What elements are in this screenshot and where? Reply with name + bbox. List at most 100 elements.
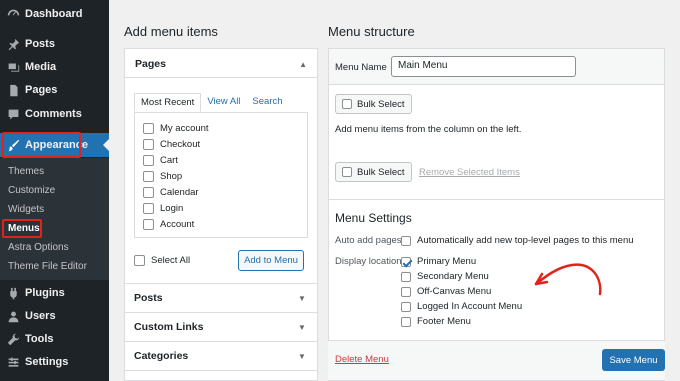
sidebar-item-dashboard[interactable]: Dashboard [0,3,109,25]
location-row[interactable]: Footer Menu [401,316,471,327]
sidebar-item-label: Comments [25,108,82,120]
auto-add-row[interactable]: Automatically add new top-level pages to… [401,235,634,246]
location-row[interactable]: Primary Menu [401,256,476,267]
checkbox[interactable] [143,187,154,198]
posts-accordion-title[interactable]: Posts [134,292,163,304]
add-items-heading: Add menu items [124,24,218,39]
sidebar-item-media[interactable]: Media [0,56,109,78]
auto-add-checkbox[interactable] [401,235,411,246]
custom-links-accordion-title[interactable]: Custom Links [134,321,203,333]
comment-icon [6,107,20,121]
checkbox[interactable] [401,316,411,327]
sidebar-item-pages[interactable]: Pages [0,79,109,101]
sidebar-item-comments[interactable]: Comments [0,103,109,125]
checkbox[interactable] [401,301,411,312]
checkbox[interactable] [143,155,154,166]
save-menu-button[interactable]: Save Menu [602,349,665,371]
divider [124,312,318,313]
list-item[interactable]: Calendar [143,187,199,198]
page-label: Checkout [160,139,201,150]
sidebar-item-tools[interactable]: Tools [0,328,109,350]
location-row[interactable]: Secondary Menu [401,271,489,282]
tab-most-recent[interactable]: Most Recent [134,93,202,112]
pages-tabs: Most Recent View All Search [134,93,289,112]
sidebar-item-posts[interactable]: Posts [0,33,109,55]
chevron-up-icon[interactable]: ▲ [299,60,307,69]
settings-icon [6,355,20,369]
location-row[interactable]: Logged In Account Menu [401,301,522,312]
display-location-label: Display location [335,256,402,267]
select-all-row[interactable]: Select All [134,255,190,266]
menu-hint-text: Add menu items from the column on the le… [335,124,522,135]
delete-menu-link[interactable]: Delete Menu [335,354,389,365]
list-item[interactable]: Cart [143,155,178,166]
pages-checklist: My account Checkout Cart Shop Calendar L… [134,112,308,238]
checkbox[interactable] [143,171,154,182]
sidebar-item-label: Tools [25,333,54,345]
submenu-item-astra-options[interactable]: Astra Options [8,242,69,253]
checkbox[interactable] [143,203,154,214]
menu-structure-heading: Menu structure [328,24,415,39]
pin-icon [6,37,20,51]
user-icon [6,309,20,323]
admin-sidebar: Dashboard Posts Media Pages Comments App… [0,0,109,381]
bulk-select-checkbox [342,167,352,177]
wrench-icon [6,332,20,346]
sidebar-item-users[interactable]: Users [0,305,109,327]
divider [125,77,317,78]
page-label: Login [160,203,184,214]
page-icon [6,83,20,97]
divider [124,283,318,284]
list-item[interactable]: Account [143,219,194,230]
pages-accordion-title[interactable]: Pages [135,58,166,70]
checkbox[interactable] [143,123,154,134]
bulk-select-label: Bulk Select [357,98,405,110]
remove-selected-link[interactable]: Remove Selected Items [419,167,520,178]
location-label: Secondary Menu [417,271,489,282]
list-item[interactable]: My account [143,123,209,134]
checkbox[interactable] [143,219,154,230]
checkbox[interactable] [143,139,154,150]
divider [124,341,318,342]
sidebar-item-label: Dashboard [25,8,83,20]
auto-add-label: Auto add pages [335,235,402,246]
list-item[interactable]: Checkout [143,139,200,150]
submenu-item-theme-file-editor[interactable]: Theme File Editor [8,261,87,272]
bulk-select-button[interactable]: Bulk Select [335,94,412,114]
bulk-select-label: Bulk Select [357,166,405,178]
sidebar-item-label: Posts [25,38,55,50]
location-row[interactable]: Off-Canvas Menu [401,286,491,297]
submenu-item-widgets[interactable]: Widgets [8,204,44,215]
plugin-icon [6,286,20,300]
list-item[interactable]: Shop [143,171,182,182]
sidebar-item-plugins[interactable]: Plugins [0,282,109,304]
location-label: Off-Canvas Menu [417,286,492,297]
menu-name-label: Menu Name [335,62,387,73]
menu-name-input[interactable]: Main Menu [391,56,576,77]
checkbox[interactable] [401,286,411,297]
submenu-item-themes[interactable]: Themes [8,166,44,177]
divider [328,199,665,200]
sidebar-item-label: Users [25,310,56,322]
sidebar-item-label: Plugins [25,287,65,299]
location-label: Footer Menu [417,316,471,327]
page-label: Cart [160,155,178,166]
select-all-checkbox[interactable] [134,255,145,266]
menu-settings-heading: Menu Settings [335,211,412,225]
list-item[interactable]: Login [143,203,183,214]
auto-add-text: Automatically add new top-level pages to… [417,235,634,246]
checkbox-checked[interactable] [401,256,411,267]
checkbox[interactable] [401,271,411,282]
menus-highlight [2,219,42,238]
page-label: My account [160,123,209,134]
submenu-item-customize[interactable]: Customize [8,185,55,196]
bulk-select-button-bottom[interactable]: Bulk Select [335,162,412,182]
tab-view-all[interactable]: View All [201,93,246,112]
sidebar-item-label: Pages [25,84,58,96]
page-label: Account [160,219,195,230]
divider [124,370,318,371]
sidebar-item-settings[interactable]: Settings [0,351,109,373]
add-to-menu-button[interactable]: Add to Menu [238,250,304,271]
categories-accordion-title[interactable]: Categories [134,350,188,362]
tab-search[interactable]: Search [246,93,288,112]
